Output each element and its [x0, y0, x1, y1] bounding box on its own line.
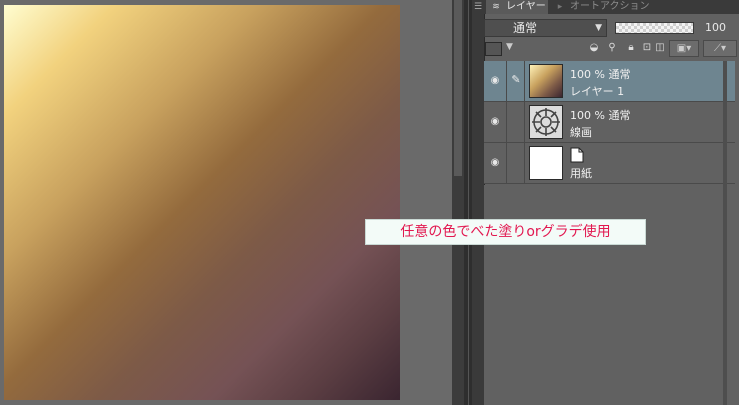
- layers-icon: ≋: [492, 2, 500, 12]
- tab-layer-label: レイヤー: [506, 1, 546, 12]
- column-separator: [506, 102, 507, 142]
- eye-icon[interactable]: ◉: [489, 117, 501, 127]
- column-separator: [524, 61, 525, 101]
- layer-toolbar: ▼ ◒ ⚲ 🔒︎ ⊡ ◫ ▣▾ ⟋▾: [484, 40, 739, 58]
- column-separator: [524, 102, 525, 142]
- chevron-down-icon: ▼: [595, 23, 602, 33]
- layer-list-scrollbar[interactable]: [723, 61, 727, 405]
- annotation-callout: 任意の色でべた塗りorグラデ使用: [365, 219, 646, 245]
- layer-name[interactable]: 用紙: [570, 165, 592, 181]
- pen-icon[interactable]: ✎: [509, 73, 523, 87]
- drawing-canvas[interactable]: [4, 5, 400, 400]
- eye-icon[interactable]: ◉: [489, 76, 501, 86]
- ruler-button[interactable]: ⟋▾: [703, 40, 737, 57]
- lock-transparency-icon[interactable]: ⊡: [641, 42, 653, 54]
- layer-list-empty-area: [484, 185, 735, 405]
- layer-thumbnail: [529, 146, 563, 180]
- splitter-line: [468, 0, 469, 405]
- clipping-icon[interactable]: ◒: [588, 42, 600, 54]
- chevron-down-icon[interactable]: ▼: [506, 42, 513, 52]
- layer-thumbnail: [529, 105, 563, 139]
- layer-name[interactable]: 線画: [570, 124, 592, 140]
- layer-opacity-mode: 100 % 通常: [570, 68, 631, 81]
- layer-name[interactable]: レイヤー 1: [570, 83, 624, 99]
- mask-enable-icon[interactable]: ◫: [654, 42, 666, 54]
- blend-mode-value: 通常: [513, 21, 538, 35]
- reference-icon[interactable]: ⚲: [606, 42, 618, 54]
- canvas-area: [0, 0, 452, 405]
- lock-icon[interactable]: 🔒︎: [625, 42, 637, 54]
- tab-layer[interactable]: ≋ レイヤー: [486, 0, 548, 14]
- layer-list: ◉ ✎ 100 % 通常 レイヤー 1 ◉ 100 % 通常 線画 ◉ 用紙: [484, 61, 735, 185]
- column-separator: [506, 61, 507, 101]
- layer-row[interactable]: ◉ 100 % 通常 線画: [484, 102, 735, 143]
- tab-auto-action-label: オートアクション: [570, 1, 650, 12]
- line-art-thumbnail-icon: [532, 108, 560, 136]
- column-separator: [506, 143, 507, 183]
- blend-mode-select[interactable]: 通常 ▼: [484, 19, 607, 37]
- tab-auto-action[interactable]: ▸ オートアクション: [550, 0, 690, 14]
- layer-color-swatch[interactable]: [485, 42, 502, 56]
- layer-opacity-mode: 100 % 通常: [570, 109, 631, 122]
- eye-icon[interactable]: ◉: [489, 158, 501, 168]
- layer-panel: ☰ ≋ レイヤー ▸ オートアクション 通常 ▼ 100 ▼ ◒ ⚲ 🔒︎ ⊡ …: [472, 0, 739, 405]
- layer-row[interactable]: ◉ ✎ 100 % 通常 レイヤー 1: [484, 61, 735, 102]
- auto-action-icon: ▸: [557, 2, 563, 12]
- mask-button[interactable]: ▣▾: [669, 40, 699, 57]
- panel-menu-icon[interactable]: ☰: [474, 2, 482, 12]
- paper-doc-icon: [570, 147, 584, 163]
- panel-tabbar: ≋ レイヤー ▸ オートアクション: [484, 0, 739, 14]
- layer-row[interactable]: ◉ 用紙: [484, 143, 735, 184]
- column-separator: [524, 143, 525, 183]
- opacity-slider[interactable]: [615, 22, 694, 34]
- opacity-value[interactable]: 100: [696, 19, 726, 37]
- canvas-scrollbar-thumb[interactable]: [454, 0, 462, 176]
- layer-thumbnail: [529, 64, 563, 98]
